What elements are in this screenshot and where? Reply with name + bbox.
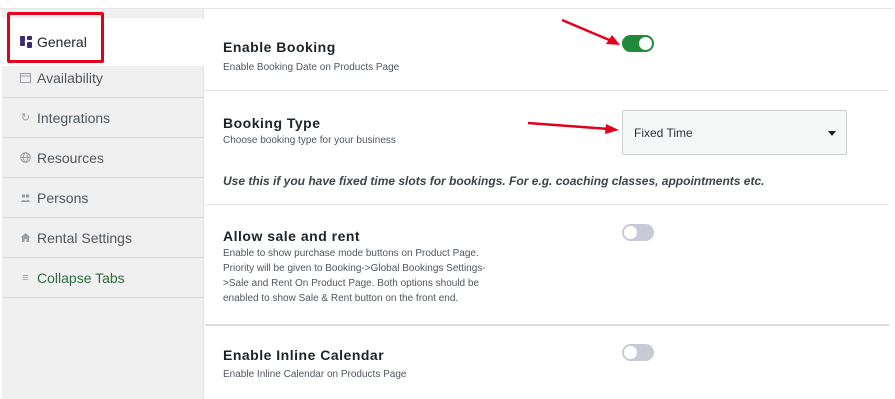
booking-type-title: Booking Type	[223, 115, 321, 131]
settings-sidebar: General Availability ↻ Integrations Reso…	[2, 9, 204, 399]
sidebar-item-rental-settings[interactable]: Rental Settings	[2, 218, 204, 258]
sync-icon: ↻	[20, 112, 31, 124]
allow-sale-rent-desc: Enable to show purchase mode buttons on …	[223, 246, 486, 306]
sidebar-item-label: Collapse Tabs	[37, 269, 125, 286]
inline-calendar-desc: Enable Inline Calendar on Products Page	[223, 369, 407, 380]
toggle-knob	[624, 226, 637, 239]
menu-icon: ≡	[22, 271, 29, 284]
grid-icon	[19, 36, 32, 49]
booking-type-desc: Choose booking type for your business	[223, 135, 396, 146]
sidebar-item-availability[interactable]: Availability	[2, 58, 204, 98]
enable-booking-toggle[interactable]	[622, 35, 654, 52]
sidebar-item-label: Resources	[37, 149, 104, 166]
users-icon	[19, 191, 32, 204]
section-divider	[205, 204, 889, 205]
sidebar-item-persons[interactable]: Persons	[2, 178, 204, 218]
enable-booking-desc: Enable Booking Date on Products Page	[223, 62, 400, 73]
toggle-knob	[624, 346, 637, 359]
home-icon	[19, 231, 32, 244]
red-arrow-icon	[527, 121, 619, 134]
sidebar-item-label: Integrations	[37, 109, 111, 126]
sidebar-item-integrations[interactable]: ↻ Integrations	[2, 98, 204, 138]
sidebar-item-collapse-tabs[interactable]: ≡ Collapse Tabs	[2, 258, 204, 298]
red-arrow-icon	[561, 18, 620, 45]
enable-booking-title: Enable Booking	[223, 39, 336, 55]
globe-icon	[19, 151, 32, 164]
section-divider	[205, 90, 889, 91]
sidebar-item-label: Rental Settings	[37, 229, 132, 246]
sidebar-item-resources[interactable]: Resources	[2, 138, 204, 178]
sidebar-item-label: Persons	[37, 189, 89, 206]
desc-line: >Sale and Rent On Product Page. Both opt…	[223, 278, 480, 289]
sidebar-item-label: General	[37, 34, 87, 50]
desc-line: Enable to show purchase mode buttons on …	[223, 248, 479, 259]
sidebar-item-label: Availability	[37, 69, 103, 86]
booking-type-selected: Fixed Time	[634, 125, 693, 140]
allow-sale-rent-title: Allow sale and rent	[223, 228, 361, 244]
caret-down-icon	[828, 131, 836, 136]
desc-line: enabled to show Sale & Rent button on th…	[223, 293, 459, 304]
toggle-knob	[639, 37, 652, 50]
allow-sale-rent-toggle[interactable]	[622, 224, 654, 241]
booking-type-select[interactable]: Fixed Time	[622, 110, 847, 155]
desc-line: Priority will be given to Booking->Globa…	[223, 263, 486, 274]
inline-calendar-title: Enable Inline Calendar	[223, 347, 385, 363]
booking-type-note: Use this if you have fixed time slots fo…	[223, 174, 765, 188]
calendar-icon	[19, 71, 32, 84]
section-divider	[205, 324, 889, 326]
inline-calendar-toggle[interactable]	[622, 344, 654, 361]
